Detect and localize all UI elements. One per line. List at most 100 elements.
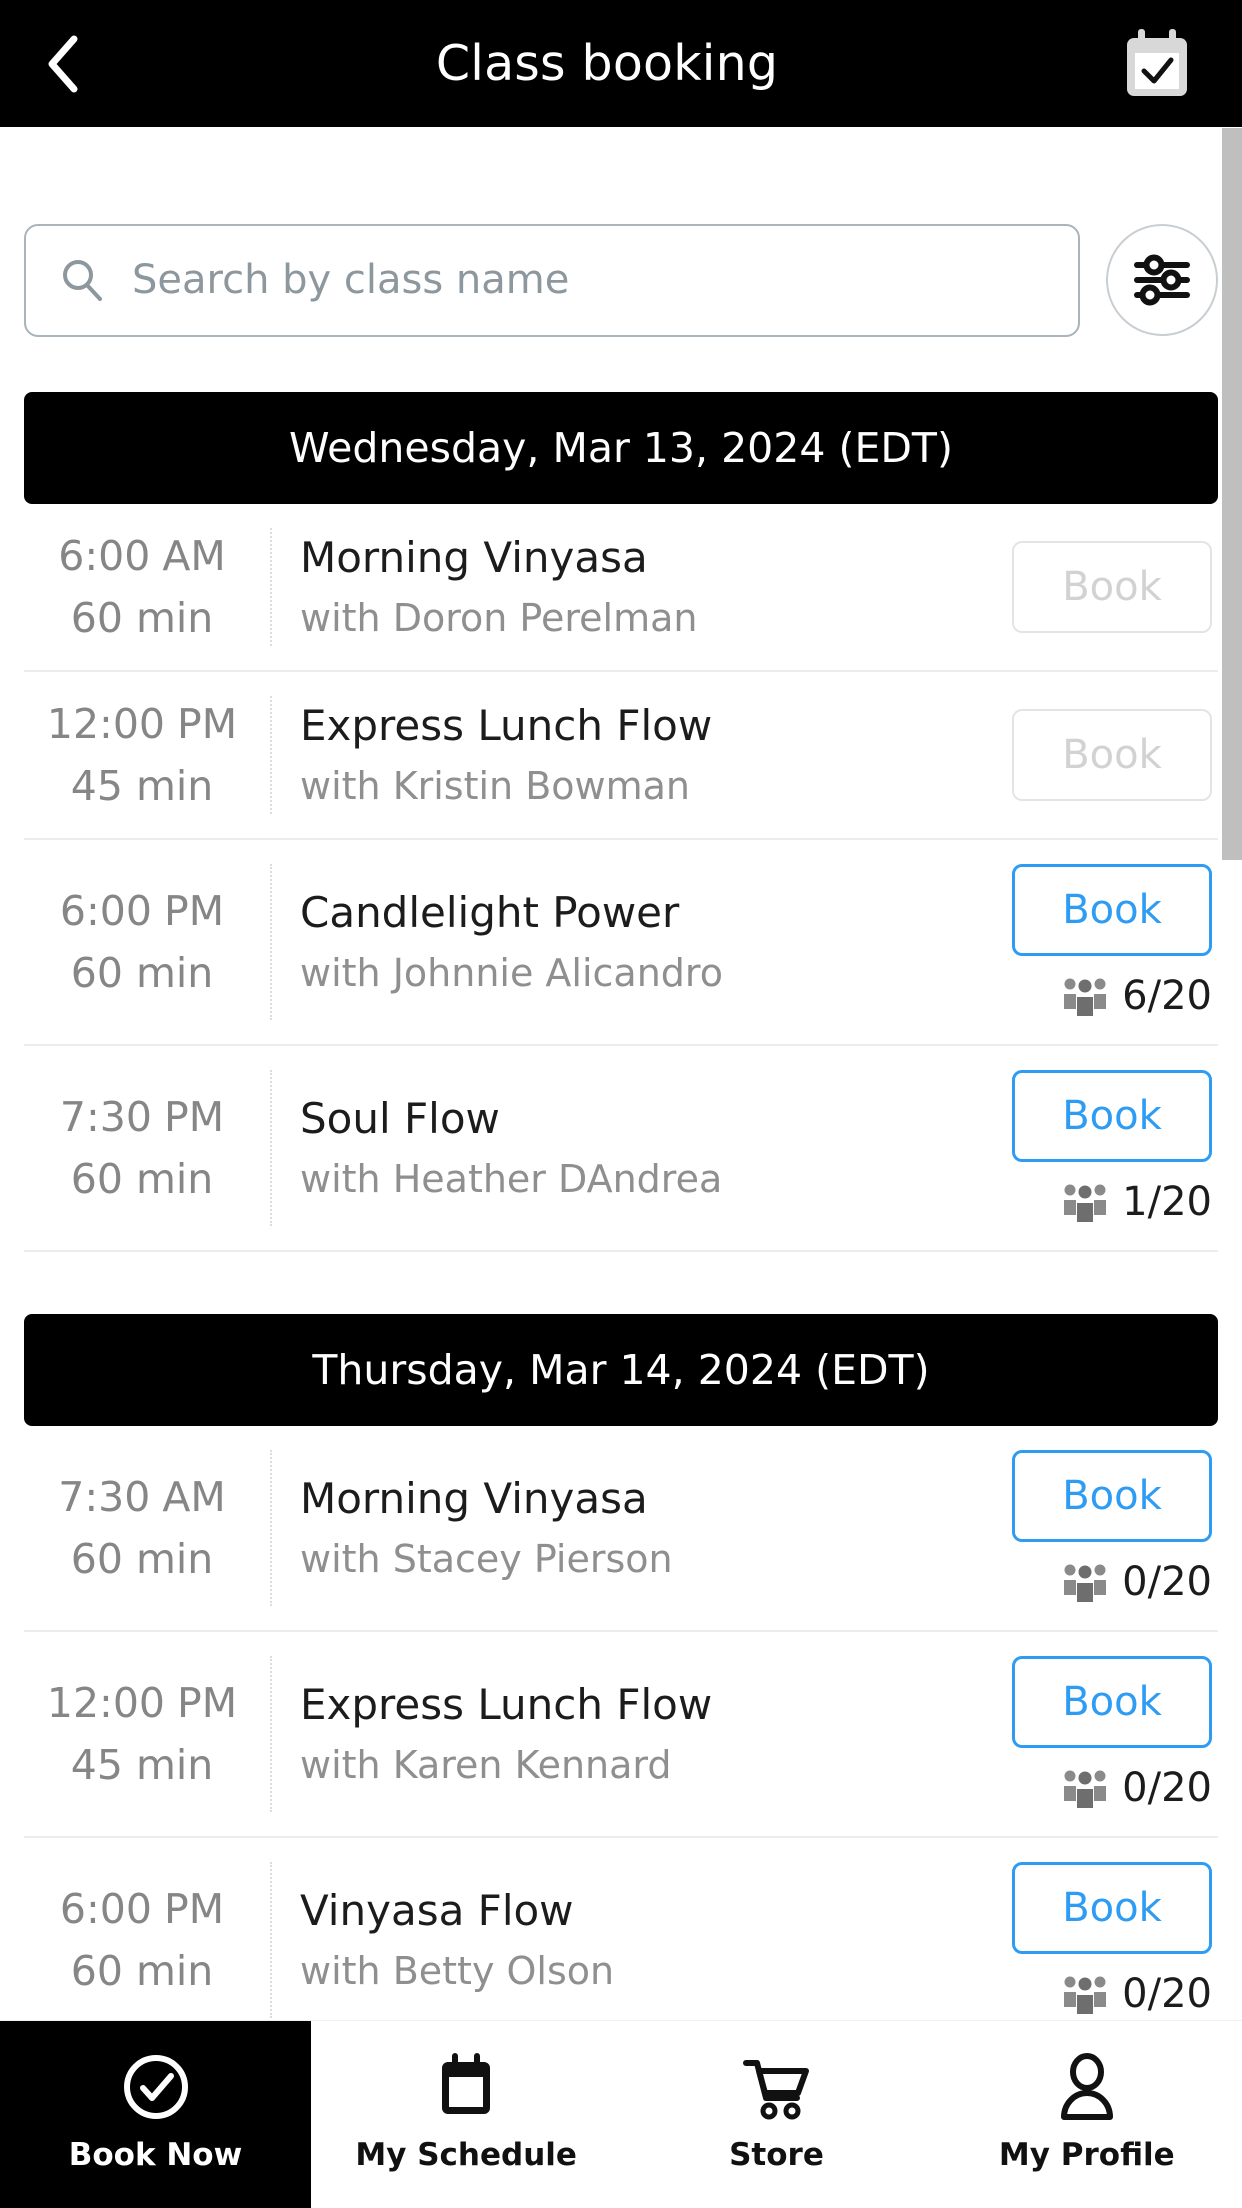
class-row[interactable]: 6:00 AM 60 min Morning Vinyasa with Doron… — [24, 504, 1218, 672]
day-header: Wednesday, Mar 13, 2024 (EDT) — [24, 392, 1218, 504]
book-button[interactable]: Book — [1012, 1450, 1212, 1542]
class-instructor: with Stacey Pierson — [300, 1537, 673, 1582]
class-duration: 60 min — [70, 1947, 214, 1995]
filter-button[interactable] — [1106, 224, 1218, 336]
people-icon — [1064, 1976, 1107, 2014]
class-time-value: 6:00 — [59, 1885, 152, 1933]
book-button[interactable]: Book — [1012, 1862, 1212, 1954]
class-row[interactable]: 7:30 PM 60 min Soul Flow with Heather DAn… — [24, 1046, 1218, 1252]
sliders-filter-icon — [1134, 254, 1190, 306]
capacity-indicator: 0/20 — [1061, 1558, 1212, 1606]
class-action-column: Book 6/20 — [998, 864, 1218, 1020]
capacity-indicator: 0/20 — [1061, 1764, 1212, 1812]
class-action-column: Book — [998, 696, 1218, 814]
class-action-column: Book 0/20 — [998, 1450, 1218, 1606]
class-instructor: with Heather DAndrea — [300, 1157, 723, 1202]
class-row[interactable]: 6:00 PM 60 min Vinyasa Flow with Betty Ol… — [24, 1838, 1218, 2022]
class-duration: 45 min — [70, 762, 214, 810]
nav-item-my-schedule[interactable]: My Schedule — [311, 2021, 621, 2208]
capacity-text: 6/20 — [1122, 973, 1212, 1019]
class-info-column: Morning Vinyasa with Doron Perelman — [272, 528, 998, 646]
class-time: 7:30 PM — [60, 1093, 224, 1141]
book-button[interactable]: Book — [1012, 864, 1212, 956]
class-action-column: Book 0/20 — [998, 1862, 1218, 2018]
nav-item-label: Book Now — [68, 2136, 243, 2173]
class-time-ampm: AM — [162, 1473, 226, 1521]
class-name: Morning Vinyasa — [300, 532, 648, 582]
class-time: 7:30 AM — [58, 1473, 226, 1521]
class-instructor: with Betty Olson — [300, 1949, 615, 1994]
search-row: Search by class name — [0, 221, 1242, 339]
search-input-wrapper[interactable]: Search by class name — [24, 223, 1080, 337]
class-time-value: 7:30 — [59, 1093, 152, 1141]
class-time-ampm: PM — [177, 1679, 238, 1727]
class-instructor: with Doron Perelman — [300, 596, 698, 641]
nav-item-label: Store — [729, 2136, 824, 2173]
calendar-icon — [442, 2052, 491, 2114]
book-button[interactable]: Book — [1012, 1070, 1212, 1162]
class-name: Soul Flow — [300, 1093, 500, 1143]
search-input[interactable]: Search by class name — [132, 257, 569, 303]
people-icon — [1064, 1184, 1107, 1222]
my-schedule-header-button[interactable] — [1118, 24, 1196, 104]
nav-item-store[interactable]: Store — [621, 2021, 931, 2208]
class-action-column: Book 0/20 — [998, 1656, 1218, 1812]
page-title: Class booking — [435, 35, 779, 92]
book-button: Book — [1012, 709, 1212, 801]
bottom-navigation: Book Now My Schedule Store My Profile — [0, 2020, 1242, 2208]
book-button: Book — [1012, 541, 1212, 633]
class-name: Express Lunch Flow — [300, 1679, 713, 1729]
class-time-column: 12:00 PM 45 min — [24, 1656, 272, 1812]
book-button-label: Book — [1062, 564, 1162, 610]
capacity-text: 0/20 — [1122, 1971, 1212, 2017]
class-instructor: with Karen Kennard — [300, 1743, 672, 1788]
class-time-column: 12:00 PM 45 min — [24, 696, 272, 814]
class-time-ampm: PM — [163, 1885, 225, 1933]
nav-item-my-profile[interactable]: My Profile — [932, 2021, 1242, 2208]
calendar-check-icon — [1127, 28, 1187, 96]
class-duration: 60 min — [70, 949, 214, 997]
class-time-column: 7:30 PM 60 min — [24, 1070, 272, 1226]
class-time: 6:00 PM — [60, 887, 224, 935]
class-row[interactable]: 12:00 PM 45 min Express Lunch Flow with K… — [24, 1632, 1218, 1838]
class-row[interactable]: 12:00 PM 45 min Express Lunch Flow with K… — [24, 672, 1218, 840]
shopping-cart-icon — [743, 2059, 810, 2119]
class-list[interactable]: Wednesday, Mar 13, 2024 (EDT) 6:00 AM 60 … — [0, 392, 1242, 2022]
class-name: Vinyasa Flow — [300, 1885, 574, 1935]
class-time-value: 6:00 — [59, 887, 152, 935]
capacity-text: 1/20 — [1122, 1179, 1212, 1225]
book-button-label: Book — [1062, 1885, 1162, 1931]
person-icon — [1060, 2052, 1113, 2120]
class-name: Morning Vinyasa — [300, 1473, 648, 1523]
book-button[interactable]: Book — [1012, 1656, 1212, 1748]
capacity-indicator: 6/20 — [1061, 972, 1212, 1020]
class-time: 12:00 PM — [47, 700, 237, 748]
nav-item-book-now[interactable]: Book Now — [0, 2021, 311, 2208]
nav-item-label: My Profile — [998, 2136, 1175, 2173]
class-time-ampm: AM — [162, 532, 226, 580]
book-button-label: Book — [1062, 1093, 1162, 1139]
class-info-column: Express Lunch Flow with Kristin Bowman — [272, 696, 998, 814]
class-info-column: Candlelight Power with Johnnie Alicandro — [272, 864, 998, 1020]
book-button-label: Book — [1062, 1473, 1162, 1519]
day-header: Thursday, Mar 14, 2024 (EDT) — [24, 1314, 1218, 1426]
class-action-column: Book — [998, 528, 1218, 646]
class-row[interactable]: 6:00 PM 60 min Candlelight Power with Joh… — [24, 840, 1218, 1046]
class-time: 6:00 AM — [58, 532, 226, 580]
chevron-left-icon — [48, 35, 78, 92]
class-duration: 45 min — [70, 1741, 214, 1789]
class-time-ampm: PM — [163, 1093, 225, 1141]
class-instructor: with Johnnie Alicandro — [300, 951, 723, 996]
day-header-label: Wednesday, Mar 13, 2024 (EDT) — [289, 424, 953, 472]
class-time: 6:00 PM — [60, 1885, 224, 1933]
class-name: Candlelight Power — [300, 887, 680, 937]
class-time-ampm: PM — [177, 700, 238, 748]
class-time-column: 7:30 AM 60 min — [24, 1450, 272, 1606]
class-info-column: Soul Flow with Heather DAndrea — [272, 1070, 998, 1226]
capacity-text: 0/20 — [1122, 1559, 1212, 1605]
class-booking-screen: Class booking Search by class name Wedne… — [0, 0, 1242, 2208]
class-info-column: Express Lunch Flow with Karen Kennard — [272, 1656, 998, 1812]
capacity-indicator: 0/20 — [1061, 1970, 1212, 2018]
class-time-value: 6:00 — [58, 532, 151, 580]
class-row[interactable]: 7:30 AM 60 min Morning Vinyasa with Stace… — [24, 1426, 1218, 1632]
